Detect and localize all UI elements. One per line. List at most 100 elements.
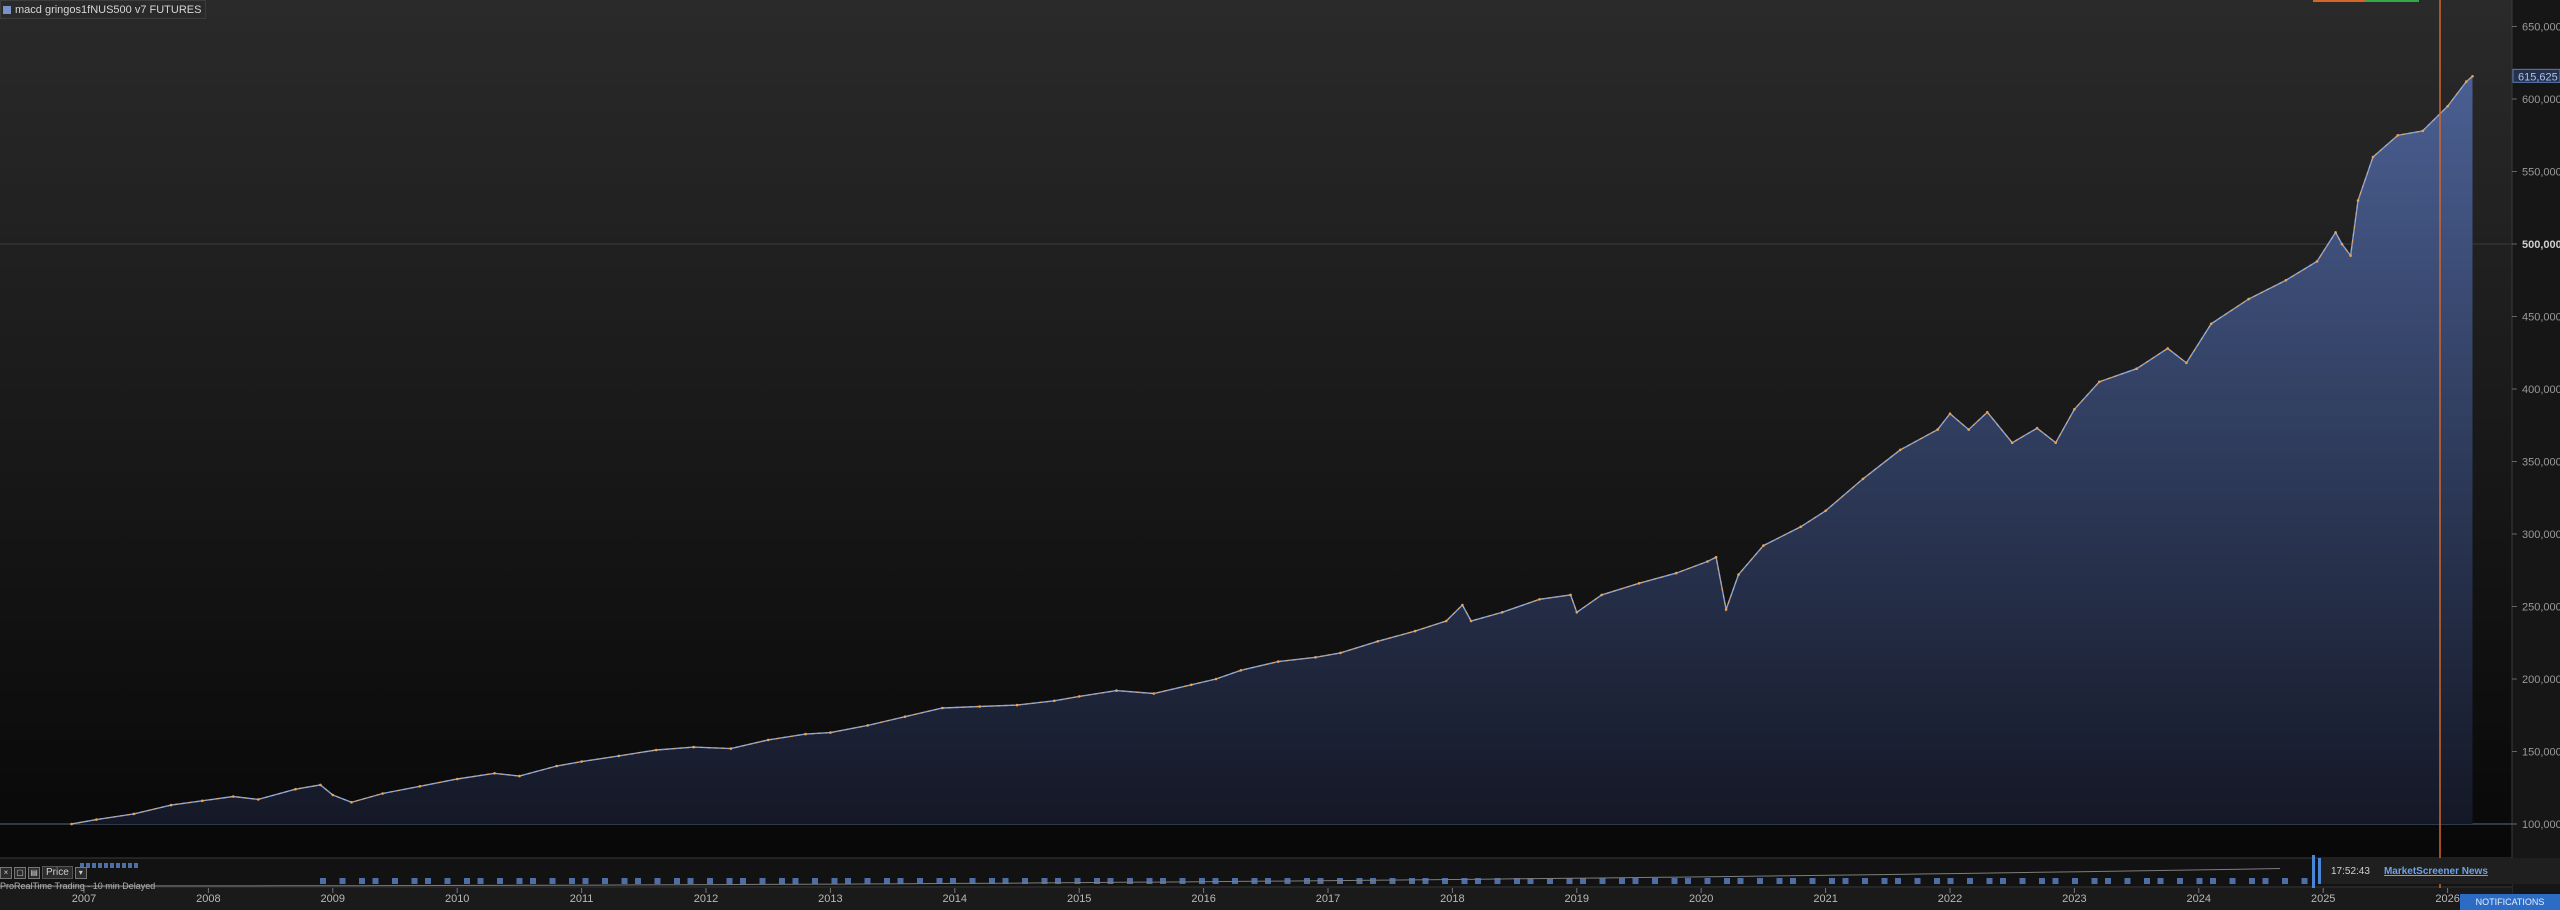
data-point [2471,75,2474,78]
year-label: 2026 [2435,893,2459,905]
dropdown-icon[interactable]: ▾ [74,866,87,879]
chart-title-badge[interactable]: macd gringos1fNUS500 v7 FUTURES [0,0,207,19]
data-point [1600,593,1603,597]
news-link[interactable]: MarketScreener News [2384,866,2488,877]
indicator-marker [2157,878,2164,884]
data-point [1015,703,1019,707]
indicator-marker [2000,878,2006,884]
panel-controls: × ▢ ▤ Price ▾ [0,866,87,879]
indicator-marker [674,878,680,884]
news-notification[interactable]: 17:52:43 MarketScreener News [2318,858,2560,884]
price-tick-label: 350,000 [2522,457,2560,469]
year-label: 2009 [321,893,345,905]
price-tick-label: 450,000 [2522,312,2560,324]
data-point [2135,367,2138,371]
price-axis-background [2512,0,2560,910]
indicator-marker [1757,878,1763,884]
data-point [804,732,807,736]
indicator-marker [2210,878,2216,884]
indicator-marker [477,878,484,884]
data-point [829,731,832,734]
indicator-marker [864,878,871,884]
data-point [2465,80,2468,83]
year-label: 2011 [570,893,594,905]
data-point [1799,525,1802,529]
data-point [294,787,297,791]
price-tick-label: 200,000 [2522,674,2560,686]
series-color-icon [3,5,11,14]
data-point [2315,260,2319,263]
indicator-marker [779,878,785,884]
time-axis-bg [0,888,2512,910]
indicator-marker [707,878,713,884]
data-point [200,799,204,803]
indicator-marker [98,863,102,868]
indicator-marker [2196,878,2203,884]
indicator-marker [1094,878,1100,884]
data-point [1314,656,1317,659]
indicator-marker [339,878,346,884]
indicator-marker [497,878,503,884]
data-point [1413,629,1417,633]
data-point [350,801,353,804]
indicator-marker [621,878,628,884]
data-point [331,793,335,797]
maximize-icon[interactable]: ▢ [14,866,26,879]
indicator-marker [1356,878,1363,884]
data-point [1898,448,1902,452]
data-point [2371,155,2375,159]
indicator-marker [2249,878,2255,884]
indicator-marker [411,878,418,884]
data-point [1469,619,1473,623]
data-point [2340,242,2344,246]
indicator-marker [759,878,766,884]
settings-icon[interactable]: ▤ [28,866,40,879]
indicator-marker [2105,878,2111,884]
indicator-marker [2144,878,2150,884]
data-point [941,706,944,710]
indicator-marker [1442,878,1448,884]
price-chart[interactable]: 100,000 150,000 200,000 250,000 300,000 350,0… [0,0,2560,910]
indicator-marker [92,863,96,868]
data-point [2396,134,2400,137]
year-label: 2016 [1191,893,1215,905]
indicator-marker [128,863,132,868]
notifications-button[interactable]: NOTIFICATIONS [2460,894,2560,910]
data-point [493,772,496,775]
data-point [1861,477,1865,481]
data-point [1461,603,1464,607]
price-button[interactable]: Price [42,866,73,879]
data-point [729,747,733,750]
indicator-marker [1829,878,1835,884]
indicator-marker [2072,878,2078,884]
delayed-data-note: ProRealTime Trading - 10 min Delayed [0,881,156,891]
indicator-marker [1632,878,1639,884]
indicator-marker [2229,878,2236,884]
data-point [2010,441,2014,445]
indicator-marker [530,878,536,884]
indicator-marker [1914,878,1921,884]
indicator-marker [1619,878,1625,884]
indicator-marker [1160,878,1166,884]
price-tick-label: 250,000 [2522,602,2560,614]
data-point [1077,695,1081,698]
indicator-marker [320,878,326,884]
year-label: 2017 [1316,893,1340,905]
data-point [95,818,98,821]
indicator-marker [1737,878,1744,884]
price-tick-label: 600,000 [2522,94,2560,106]
data-point [1214,677,1218,681]
data-point [319,783,322,787]
data-point [1706,560,1709,563]
indicator-marker [2262,878,2269,884]
indicator-marker [1652,878,1658,884]
data-point [1714,555,1718,559]
indicator-marker [687,878,694,884]
close-icon[interactable]: × [0,866,12,879]
chart-title: macd gringos1fNUS500 v7 FUTURES [15,3,202,16]
data-point [1967,428,1970,431]
data-point [2098,380,2101,384]
indicator-marker [1107,878,1114,884]
data-point [1824,509,1827,513]
time-axis: 2007 2008 2009 2010 2011 2012 2013 2014 2015 2016… [0,888,2512,910]
